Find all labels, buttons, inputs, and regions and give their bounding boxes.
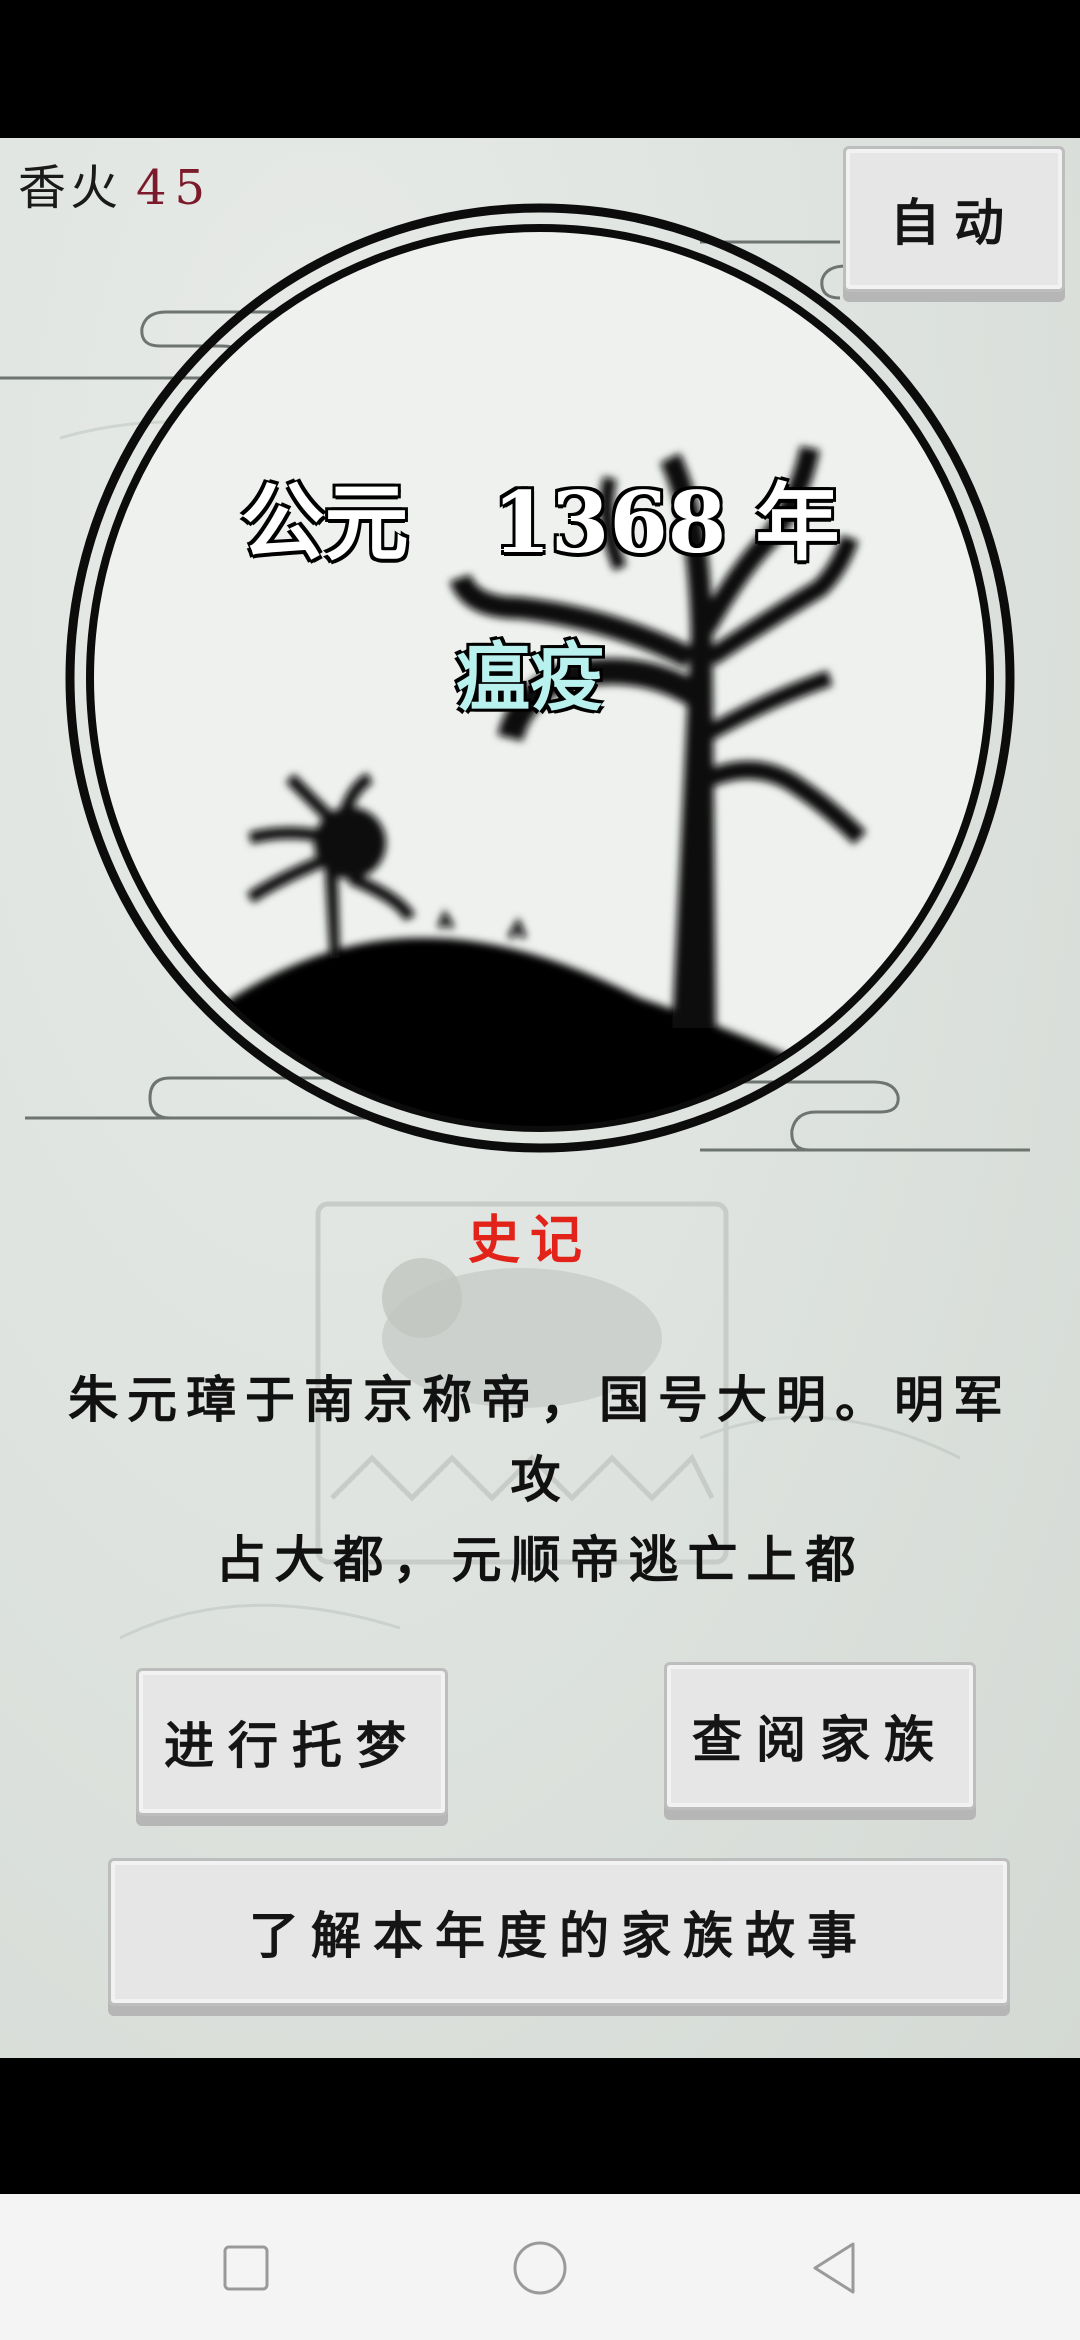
year-title: 公元 1368 年 bbox=[240, 473, 840, 572]
triangle-back-icon[interactable] bbox=[806, 2240, 862, 2296]
auto-button[interactable]: 自动 bbox=[843, 146, 1065, 292]
status-bar bbox=[0, 0, 1080, 138]
dream-button[interactable]: 进行托梦 bbox=[136, 1668, 448, 1816]
event-title: 瘟疫 bbox=[456, 635, 604, 721]
square-icon[interactable] bbox=[218, 2240, 274, 2296]
records-title: 史记 bbox=[467, 1210, 592, 1271]
game-screen: 香火 45 公元 1368 年 瘟疫 史记 朱元璋于南京称帝，国号大明。明军攻 … bbox=[0, 138, 1080, 2058]
black-bar bbox=[0, 2058, 1080, 2194]
records-line-1: 朱元璋于南京称帝，国号大明。明军攻 bbox=[68, 1370, 1012, 1509]
circle-icon[interactable] bbox=[512, 2240, 568, 2296]
view-family-button[interactable]: 查阅家族 bbox=[664, 1662, 976, 1810]
records-line-2: 占大都，元顺帝逃亡上都 bbox=[215, 1530, 865, 1589]
family-story-button[interactable]: 了解本年度的家族故事 bbox=[108, 1858, 1010, 2006]
records-text: 朱元璋于南京称帝，国号大明。明军攻 占大都，元顺帝逃亡上都 bbox=[50, 1360, 1030, 1600]
